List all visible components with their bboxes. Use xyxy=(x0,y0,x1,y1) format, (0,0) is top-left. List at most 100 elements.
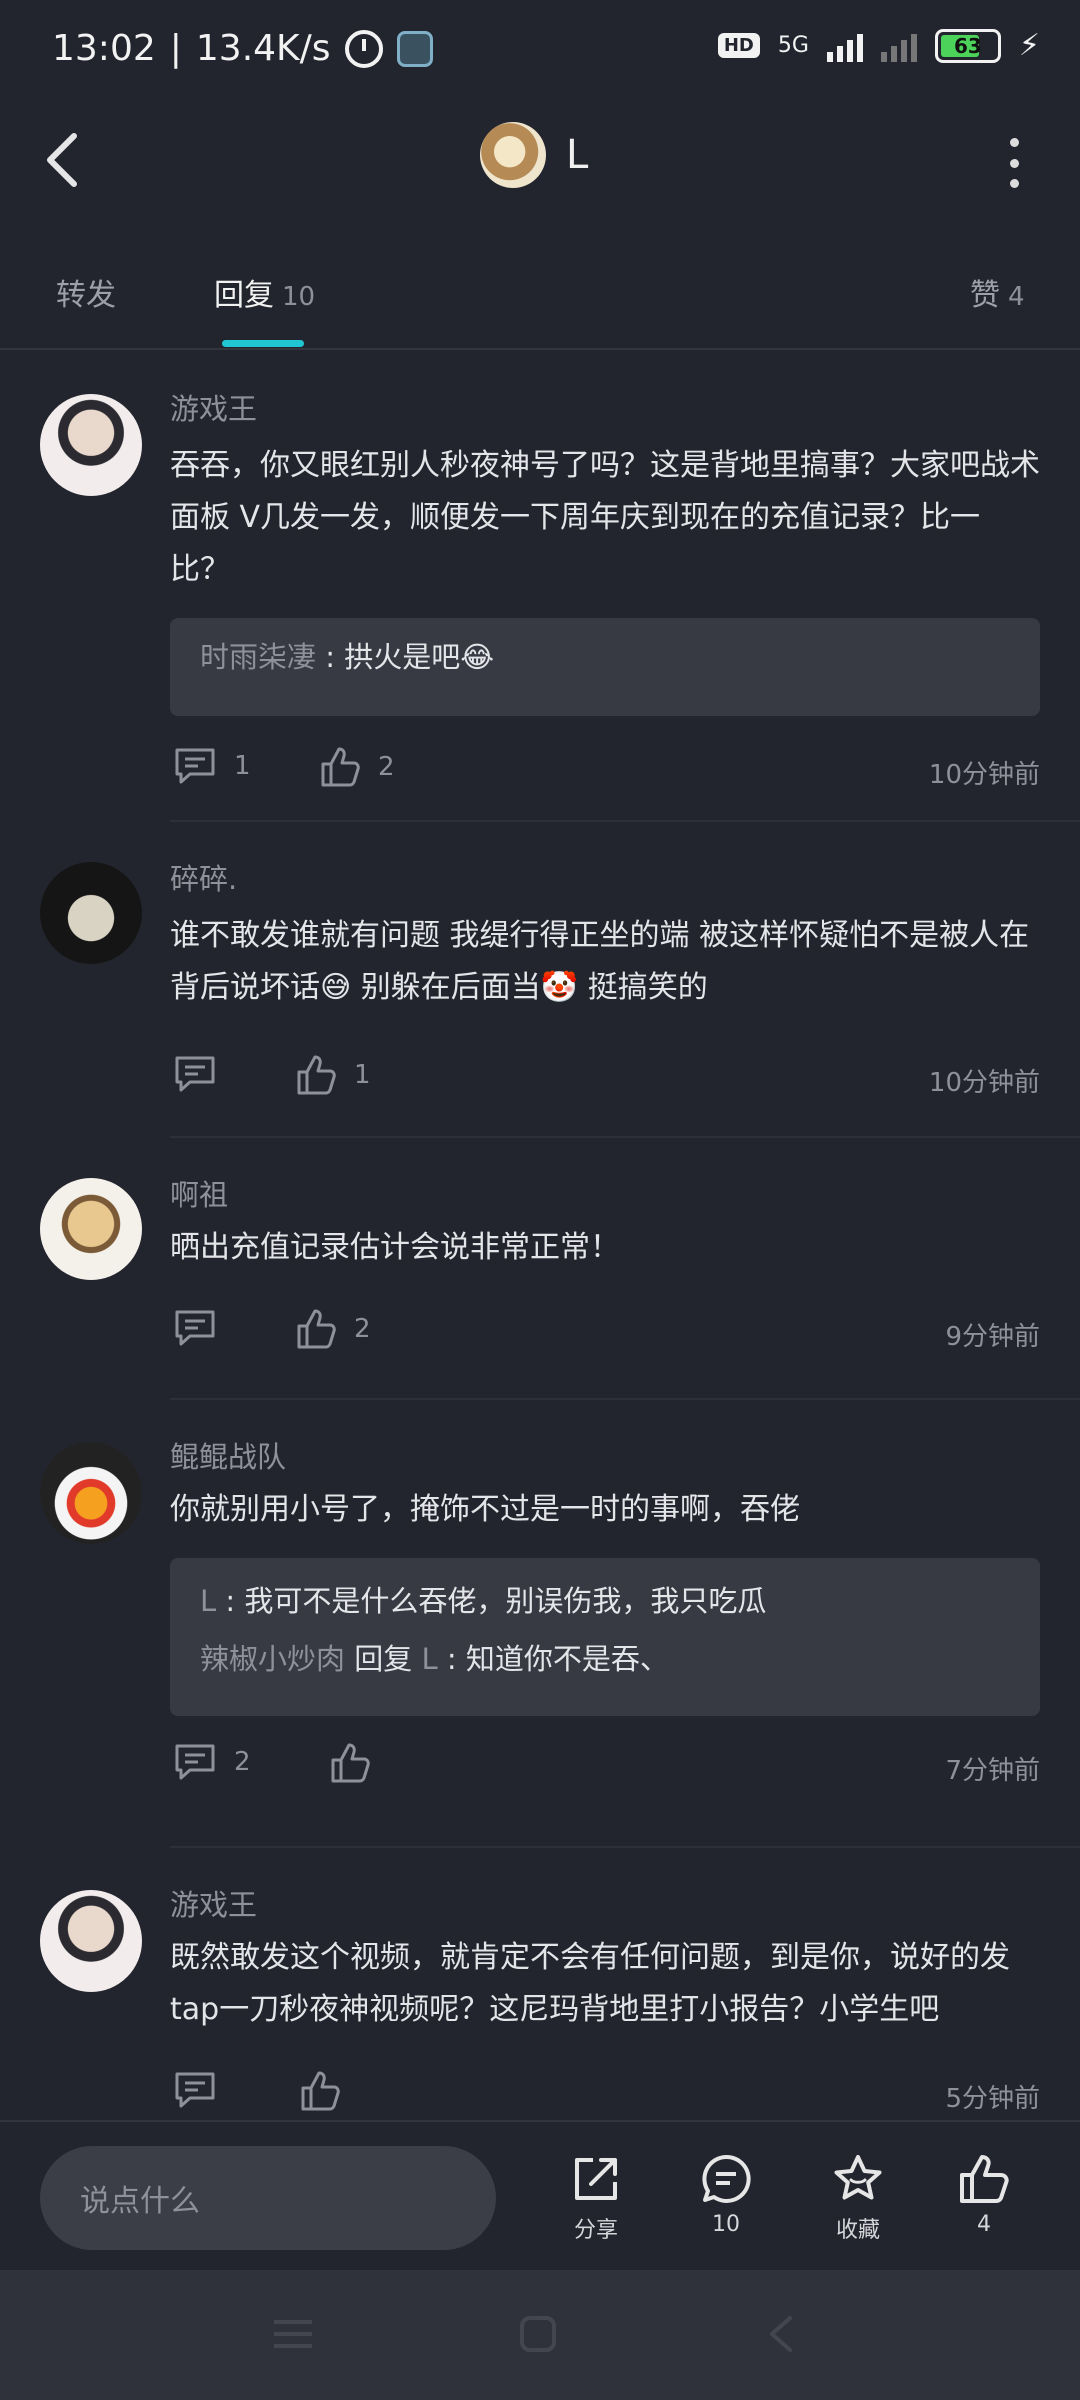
like-post-button[interactable]: 4 xyxy=(934,2152,1034,2237)
reply-button[interactable] xyxy=(174,1054,234,1094)
comment-username[interactable]: 鲲鲲战队 xyxy=(170,1434,286,1476)
alarm-icon xyxy=(344,29,383,68)
reply-count: 2 xyxy=(234,1747,251,1777)
like-button[interactable] xyxy=(300,2070,358,2112)
status-separator: | xyxy=(169,28,182,69)
status-bar: 13:02 | 13.4K/s HD 5G 63 ⚡ xyxy=(0,0,1080,100)
like-total: 4 xyxy=(977,2212,991,2237)
like-button[interactable]: 1 xyxy=(296,1054,371,1096)
status-time: 13:02 xyxy=(52,28,156,69)
tab-active-indicator xyxy=(222,340,304,347)
like-count: 2 xyxy=(378,752,395,782)
comment-text: 既然敢发这个视频，就肯定不会有任何问题，到是你，说好的发tap一刀秒夜神视频呢？… xyxy=(170,1940,1010,2027)
header-title: L xyxy=(566,132,589,178)
comment-time: 7分钟前 xyxy=(945,1756,1040,1786)
comment-bubble-icon xyxy=(175,1744,215,1780)
tab-replies-count: 10 xyxy=(282,282,316,312)
avatar[interactable] xyxy=(40,1442,142,1544)
reply-button[interactable] xyxy=(174,2070,234,2110)
comment-item: 啊祖 晒出充值记录估计会说非常正常！ 2 9分钟前 xyxy=(0,1138,1080,1400)
signal-secondary-icon xyxy=(880,30,917,62)
like-button[interactable]: 2 xyxy=(296,1308,371,1350)
comment-input[interactable]: 说点什么 xyxy=(40,2146,496,2250)
quoted-reply-user[interactable]: L xyxy=(200,1584,216,1618)
quoted-reply-text: 知道你不是吞、 xyxy=(465,1642,669,1676)
battery-level: 63 xyxy=(954,33,982,58)
thumbs-up-icon xyxy=(297,1309,336,1349)
thumbs-up-icon xyxy=(301,2071,340,2111)
comment-username[interactable]: 啊祖 xyxy=(170,1172,228,1214)
tab-likes[interactable]: 赞4 xyxy=(970,270,1025,314)
quoted-reply-text: 拱火是吧😂 xyxy=(344,640,495,674)
reply-button[interactable] xyxy=(174,1308,234,1348)
comment-username[interactable]: 游戏王 xyxy=(170,386,257,428)
network-type: 5G xyxy=(777,33,809,58)
quoted-reply: L : 我可不是什么吞佬，别误伤我，我只吃瓜 xyxy=(200,1572,1010,1630)
comment-bubble-icon xyxy=(175,2072,215,2108)
comment-input-placeholder: 说点什么 xyxy=(80,2184,200,2219)
comment-item: 游戏王 既然敢发这个视频，就肯定不会有任何问题，到是你，说好的发tap一刀秒夜神… xyxy=(0,1848,1080,2120)
quoted-reply-target[interactable]: L xyxy=(421,1642,437,1676)
comment-bubble-icon xyxy=(175,1056,215,1092)
tab-bar: 转发 回复 10 赞4 xyxy=(0,250,1080,350)
reply-count-button[interactable]: 10 xyxy=(676,2152,776,2237)
like-count: 1 xyxy=(354,1060,371,1090)
charging-icon: ⚡ xyxy=(1018,28,1040,63)
reply-total: 10 xyxy=(712,2212,740,2237)
avatar[interactable] xyxy=(40,862,142,964)
comment-text: 你就别用小号了，掩饰不过是一时的事啊，吞佬 xyxy=(170,1492,800,1527)
comment-actions: 2 9分钟前 xyxy=(170,1308,1040,1358)
reply-button[interactable]: 1 xyxy=(174,746,251,786)
tab-repost-label: 转发 xyxy=(56,278,116,313)
quoted-reply-colon: : xyxy=(437,1642,466,1676)
tab-likes-count: 4 xyxy=(1008,282,1025,312)
avatar[interactable] xyxy=(40,1178,142,1280)
quoted-reply-text: 我可不是什么吞佬，别误伤我，我只吃瓜 xyxy=(244,1584,767,1618)
reply-button[interactable]: 2 xyxy=(174,1742,251,1782)
comment-list[interactable]: 游戏王 吞吞，你又眼红别人秒夜神号了吗？这是背地里搞事？大家吧战术 面板 V几发… xyxy=(0,352,1080,2120)
tab-likes-label: 赞 xyxy=(970,278,1000,313)
chat-bubble-icon xyxy=(702,2154,751,2203)
like-button[interactable] xyxy=(330,1742,388,1784)
favorite-button[interactable]: 收藏 xyxy=(808,2152,908,2244)
comment-text: 吞吞，你又眼红别人秒夜神号了吗？这是背地里搞事？大家吧战术 面板 V几发一发，顺… xyxy=(170,448,1040,587)
status-left: 13:02 | 13.4K/s xyxy=(52,28,433,69)
hd-icon: HD xyxy=(717,33,760,58)
back-arrow-icon[interactable] xyxy=(40,130,90,190)
like-count: 2 xyxy=(354,1314,371,1344)
comment-username[interactable]: 游戏王 xyxy=(170,1882,257,1924)
comment-username[interactable]: 碎碎. xyxy=(170,856,237,898)
menu-icon[interactable] xyxy=(270,2314,316,2354)
comment-actions: 2 7分钟前 xyxy=(170,1742,1040,1792)
share-label: 分享 xyxy=(573,2218,618,2243)
status-right: HD 5G 63 ⚡ xyxy=(717,28,1040,63)
reply-count: 1 xyxy=(234,751,251,781)
battery-icon: 63 xyxy=(934,28,1001,63)
comment-time: 10分钟前 xyxy=(928,1068,1040,1098)
star-icon xyxy=(834,2155,882,2200)
quoted-reply-separator: 回复 xyxy=(345,1642,422,1676)
system-nav-bar xyxy=(0,2270,1080,2400)
tab-replies[interactable]: 回复 10 xyxy=(214,270,315,314)
comment-actions: 1 2 10分钟前 xyxy=(170,746,1040,796)
like-button[interactable]: 2 xyxy=(320,746,395,788)
system-back-icon[interactable] xyxy=(766,2314,796,2354)
comment-item: 游戏王 吞吞，你又眼红别人秒夜神号了吗？这是背地里搞事？大家吧战术 面板 V几发… xyxy=(0,352,1080,822)
thumbs-up-icon xyxy=(960,2155,1009,2203)
comment-time: 10分钟前 xyxy=(928,760,1040,790)
share-icon xyxy=(575,2158,617,2200)
tab-repost[interactable]: 转发 xyxy=(56,270,116,314)
more-options-icon[interactable] xyxy=(1008,138,1020,188)
quoted-reply-user[interactable]: 辣椒小炒肉 xyxy=(200,1642,345,1676)
avatar[interactable] xyxy=(40,1890,142,1992)
avatar[interactable] xyxy=(40,394,142,496)
quoted-replies[interactable]: 时雨柒凄 : 拱火是吧😂 xyxy=(170,618,1040,716)
share-button[interactable]: 分享 xyxy=(546,2152,646,2244)
quoted-replies[interactable]: L : 我可不是什么吞佬，别误伤我，我只吃瓜 辣椒小炒肉 回复 L : 知道你不… xyxy=(170,1558,1040,1716)
quoted-reply-user[interactable]: 时雨柒凄 xyxy=(200,640,316,674)
home-icon[interactable] xyxy=(518,2314,558,2354)
thumbs-up-icon xyxy=(331,1743,370,1783)
quoted-reply-separator: : xyxy=(316,640,345,674)
header-user[interactable]: L xyxy=(480,122,588,188)
header-avatar[interactable] xyxy=(480,122,546,188)
